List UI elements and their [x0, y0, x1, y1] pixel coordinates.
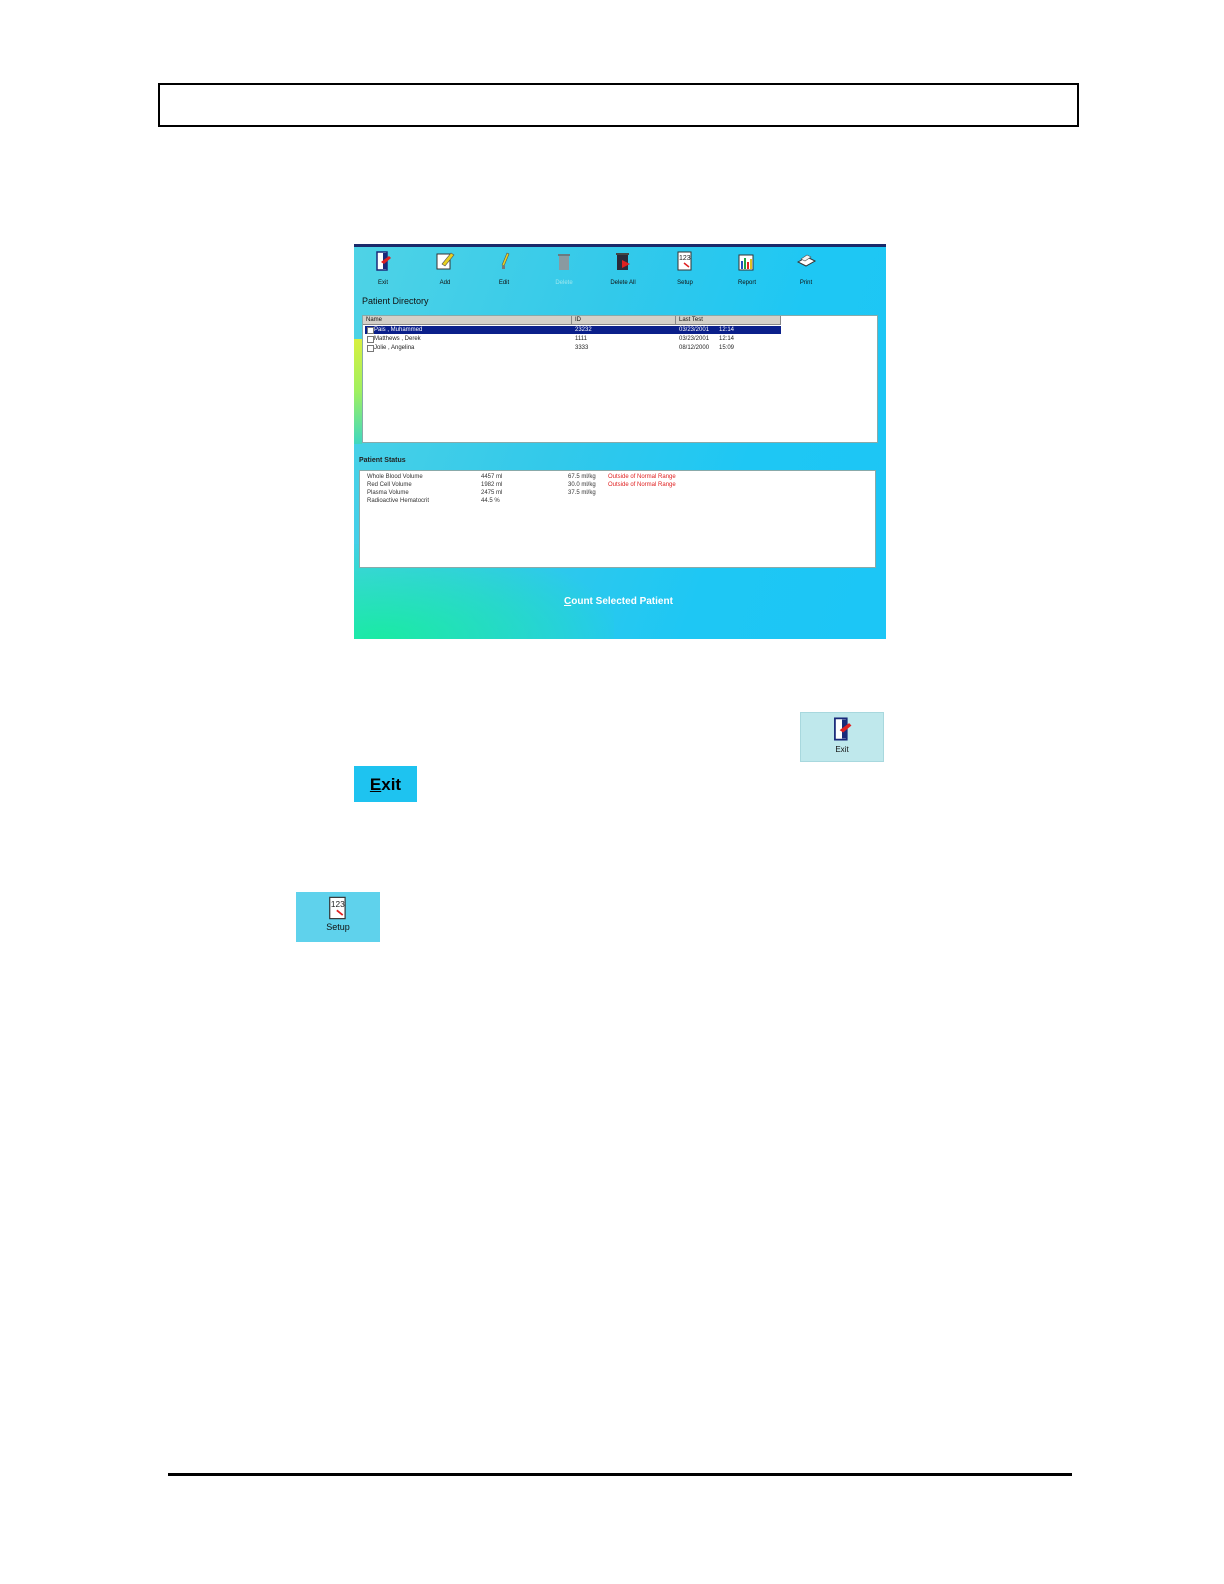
- hotkey-letter: E: [369, 775, 382, 794]
- toolbar-label: Add: [439, 280, 451, 286]
- patient-name: Jolie , Angelina: [374, 345, 415, 351]
- toolbar-delete-all-button[interactable]: Delete All: [595, 248, 651, 290]
- patient-directory-list[interactable]: Name ID Last Test Pais , Muhammed 23232 …: [362, 315, 878, 443]
- status-value: 1982 ml: [481, 482, 503, 488]
- status-label: Red Cell Volume: [367, 482, 412, 488]
- patient-status-title: Patient Status: [359, 457, 406, 464]
- toolbar-print-button[interactable]: Print: [778, 248, 834, 290]
- list-item[interactable]: Jolie , Angelina 3333 08/12/2000 15:09: [365, 344, 781, 352]
- status-row: Radioactive Hematocrit 44.5 %: [360, 497, 870, 505]
- header-box: [158, 83, 1079, 127]
- background-edge: [354, 339, 362, 444]
- last-test-time: 12:14: [719, 336, 735, 342]
- patient-id: 3333: [575, 345, 589, 351]
- toolbar-label: Setup: [677, 280, 693, 286]
- status-flag: Outside of Normal Range: [608, 482, 676, 488]
- printer-icon: [796, 254, 817, 267]
- status-label: Radioactive Hematocrit: [367, 498, 430, 504]
- list-item[interactable]: Pais , Muhammed 23232 03/23/2001 12:14: [365, 326, 781, 334]
- toolbar-label: Edit: [498, 280, 510, 286]
- toolbar-label: Delete All: [610, 280, 636, 286]
- exit-label: Exit: [835, 745, 849, 754]
- row-checkbox[interactable]: [367, 327, 374, 334]
- toolbar-report-button[interactable]: Report: [719, 248, 775, 290]
- patient-id: 23232: [575, 327, 592, 333]
- last-test-time: 15:09: [719, 345, 735, 351]
- title-strip: [354, 244, 886, 247]
- patient-id: 1111: [575, 336, 588, 342]
- exit-door-icon: [834, 717, 852, 741]
- status-per-kg: 67.5 ml/kg: [568, 474, 596, 480]
- toolbar-label: Report: [737, 280, 756, 286]
- patient-directory-title: Patient Directory: [362, 296, 429, 306]
- exit-button[interactable]: Exit: [354, 766, 417, 802]
- setup-123-icon: 123: [329, 896, 346, 920]
- delete-trash-icon: [558, 254, 570, 270]
- exit-toolbar-button-sample[interactable]: Exit: [800, 712, 884, 762]
- toolbar-exit-button[interactable]: Exit: [355, 248, 411, 290]
- row-checkbox[interactable]: [367, 345, 374, 352]
- status-row: Red Cell Volume 1982 ml 30.0 ml/kg Outsi…: [360, 481, 870, 489]
- toolbar-delete-button[interactable]: Delete: [536, 248, 592, 290]
- list-header: Name ID Last Test: [363, 316, 781, 325]
- toolbar-edit-button[interactable]: Edit: [476, 248, 532, 290]
- button-label: xit: [381, 775, 402, 794]
- setup-123-icon: 123: [677, 251, 692, 271]
- status-label: Plasma Volume: [367, 490, 409, 496]
- svg-text:123: 123: [679, 255, 691, 262]
- status-value: 44.5 %: [481, 498, 500, 504]
- setup-toolbar-button-sample[interactable]: 123 Setup: [296, 892, 380, 942]
- toolbar-setup-button[interactable]: 123 Setup: [657, 248, 713, 290]
- column-id[interactable]: ID: [572, 316, 676, 324]
- last-test-date: 03/23/2001: [679, 336, 710, 342]
- footer-rule: [168, 1473, 1072, 1476]
- patient-directory-screenshot: Exit Add Edit Delete Delete All 123 Setu…: [354, 244, 886, 639]
- status-per-kg: 37.5 ml/kg: [568, 490, 596, 496]
- status-flag: Outside of Normal Range: [608, 474, 676, 480]
- status-label: Whole Blood Volume: [367, 474, 423, 480]
- setup-label: Setup: [326, 922, 350, 932]
- patient-name: Pais , Muhammed: [374, 327, 423, 333]
- patient-name: Matthews , Derek: [374, 336, 421, 342]
- last-test-date: 08/12/2000: [679, 345, 710, 351]
- edit-pencil-icon: [501, 252, 510, 269]
- svg-text:123: 123: [331, 900, 345, 909]
- exit-door-icon: [376, 251, 391, 271]
- status-row: Whole Blood Volume 4457 ml 67.5 ml/kg Ou…: [360, 473, 870, 481]
- toolbar-add-button[interactable]: Add: [417, 248, 473, 290]
- status-value: 2475 ml: [481, 490, 503, 496]
- column-last-test[interactable]: Last Test: [676, 316, 781, 324]
- toolbar-label: Delete: [555, 280, 573, 286]
- last-test-date: 03/23/2001: [679, 327, 710, 333]
- status-row: Plasma Volume 2475 ml 37.5 ml/kg: [360, 489, 870, 497]
- list-item[interactable]: Matthews , Derek 1111 03/23/2001 12:14: [365, 335, 781, 343]
- status-value: 4457 ml: [481, 474, 503, 480]
- toolbar-label: Exit: [377, 280, 388, 286]
- toolbar-label: Print: [799, 280, 813, 286]
- status-per-kg: 30.0 ml/kg: [568, 482, 596, 488]
- button-label: ount Selected Patient: [571, 596, 673, 607]
- count-selected-patient-button[interactable]: Count Selected Patient: [564, 596, 673, 607]
- patient-status-panel: Whole Blood Volume 4457 ml 67.5 ml/kg Ou…: [359, 470, 876, 568]
- delete-all-icon: [616, 253, 630, 270]
- add-pencil-icon: [436, 252, 455, 270]
- row-checkbox[interactable]: [367, 336, 374, 343]
- last-test-time: 12:14: [719, 327, 735, 333]
- report-chart-icon: [738, 254, 754, 271]
- column-name[interactable]: Name: [363, 316, 572, 324]
